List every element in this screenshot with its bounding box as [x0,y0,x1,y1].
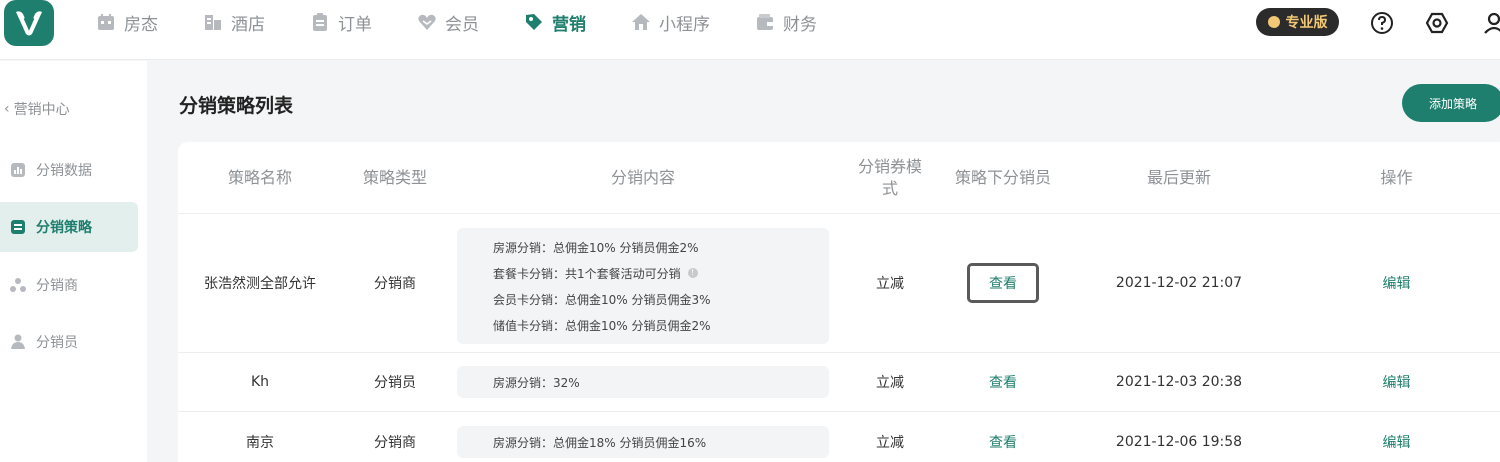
column-header-name: 策略名称 [227,168,292,187]
view-agents-link[interactable]: 查看 [936,353,1070,411]
sidebar-item-distribution-strategy[interactable]: 分销策略 [0,202,138,252]
nav-item-label: 会员 [445,14,479,35]
coupon-mode: 立减 [876,435,904,451]
strategy-type: 分销员 [374,375,416,391]
column-header-coupon-mode: 分销券模式 [857,157,922,198]
coupon-mode: 立减 [876,375,904,391]
calendar-icon [96,12,116,32]
tag-icon [524,12,544,32]
nav-item-mini-program[interactable]: 小程序 [631,10,710,35]
pro-badge-label: 专业版 [1285,15,1328,31]
list-icon [10,219,26,235]
content-line: 储值卡分销：总佣金10% 分销员佣金2% [493,312,829,338]
content-line-text: 房源分销：32% [493,375,580,390]
content-line-text: 会员卡分销：总佣金10% 分销员佣金3% [493,292,711,307]
coupon-mode: 立减 [876,276,904,292]
nav-item-label: 订单 [338,14,372,35]
nav-item-label: 小程序 [659,14,710,35]
content-line: 会员卡分销：总佣金10% 分销员佣金3% [493,286,829,312]
wallet-icon [755,12,775,32]
distribution-content: 房源分销：总佣金18% 分销员佣金16% [457,426,829,458]
column-header-agents: 策略下分销员 [954,168,1051,187]
sidebar-item-sales-agents[interactable]: 分销员 [0,317,138,367]
content-line-text: 储值卡分销：总佣金10% 分销员佣金2% [493,318,711,333]
nav-item-hotel[interactable]: 酒店 [203,10,265,35]
building-icon [203,12,223,32]
sidebar-item-label: 分销策略 [36,220,92,236]
last-updated: 2021-12-02 21:07 [1115,275,1243,291]
help-icon[interactable] [1370,11,1394,35]
clipboard-icon [310,12,330,32]
sidebar-item-distributors[interactable]: 分销商 [0,260,138,310]
org-icon [10,277,26,293]
sidebar-item-distribution-data[interactable]: 分销数据 [0,145,138,195]
table-row: Kh 分销员 房源分销：32% 立减 查看 2021-12-03 20:38 编… [178,352,1500,411]
main-nav: 房态 酒店 订单 会员 营销 小程序 财务 [96,0,862,44]
sidebar-item-label: 分销商 [36,278,78,294]
distribution-content: 房源分销：总佣金10% 分销员佣金2% 套餐卡分销：共1个套餐活动可分销! 会员… [457,228,829,344]
back-link-label: 营销中心 [13,102,70,118]
distribution-content: 房源分销：32% [457,366,829,398]
strategy-table: 策略名称 策略类型 分销内容 分销券模式 策略下分销员 最后更新 操作 张浩然测… [178,142,1500,462]
agents-cell: 查看 [936,214,1070,352]
nav-item-label: 营销 [552,14,586,35]
sidebar-item-label: 分销员 [36,335,78,351]
add-strategy-button[interactable]: 添加策略 [1402,84,1500,122]
sidebar: ‹ 营销中心 分销数据 分销策略 分销商 分销员 [0,61,147,462]
nav-item-label: 财务 [783,14,817,35]
edit-link[interactable]: 编辑 [1288,353,1500,411]
chevron-left-icon: ‹ [4,101,10,117]
edit-link[interactable]: 编辑 [1288,214,1500,352]
strategy-name: 张浩然测全部允许 [204,276,316,292]
sidebar-item-label: 分销数据 [36,163,92,179]
person-icon [10,334,26,350]
content-line: 房源分销：32% [493,369,829,395]
content-line-text: 房源分销：总佣金18% 分销员佣金16% [493,435,707,450]
content-line: 房源分销：总佣金10% 分销员佣金2% [493,234,829,260]
medal-icon [1267,16,1280,28]
nav-item-orders[interactable]: 订单 [310,10,372,35]
edit-link[interactable]: 编辑 [1288,412,1500,462]
strategy-name: Kh [250,374,270,390]
column-header-actions: 操作 [1380,168,1413,187]
nav-item-finance[interactable]: 财务 [755,10,817,35]
page-title: 分销策略列表 [179,95,294,117]
app-logo[interactable] [4,0,54,46]
column-header-type: 策略类型 [362,168,427,187]
table-row: 张浩然测全部允许 分销商 房源分销：总佣金10% 分销员佣金2% 套餐卡分销：共… [178,213,1500,352]
back-to-marketing-center[interactable]: ‹ 营销中心 [4,99,70,119]
info-icon[interactable]: ! [687,268,698,278]
member-heart-icon [417,12,437,32]
bar-chart-icon [10,162,26,178]
strategy-name: 南京 [246,435,274,451]
content-line: 套餐卡分销：共1个套餐活动可分销! [493,260,829,286]
nav-item-label: 酒店 [231,14,265,35]
user-avatar-icon[interactable] [1482,11,1500,35]
content-line-text: 房源分销：总佣金10% 分销员佣金2% [493,240,699,255]
pro-version-badge[interactable]: 专业版 [1256,8,1339,36]
top-navigation-bar: 房态 酒店 订单 会员 营销 小程序 财务 专业版 [0,0,1500,60]
strategy-type: 分销商 [374,276,416,292]
nav-item-marketing[interactable]: 营销 [524,10,586,35]
column-header-last-updated: 最后更新 [1146,168,1211,187]
table-row: 南京 分销商 房源分销：总佣金18% 分销员佣金16% 立减 查看 2021-1… [178,411,1500,462]
settings-icon[interactable] [1425,11,1449,35]
content-line: 房源分销：总佣金18% 分销员佣金16% [493,429,829,455]
logo-v-icon [16,11,42,36]
column-header-content: 分销内容 [610,168,675,187]
last-updated: 2021-12-06 19:58 [1115,434,1243,450]
strategy-type: 分销商 [374,435,416,451]
view-agents-link[interactable]: 查看 [967,263,1039,303]
last-updated: 2021-12-03 20:38 [1115,374,1243,390]
nav-item-label: 房态 [124,14,158,35]
nav-item-member[interactable]: 会员 [417,10,479,35]
content-line-text: 套餐卡分销：共1个套餐活动可分销 [493,266,681,281]
view-agents-link[interactable]: 查看 [936,412,1070,462]
home-icon [631,12,651,32]
nav-item-room-status[interactable]: 房态 [96,10,158,35]
